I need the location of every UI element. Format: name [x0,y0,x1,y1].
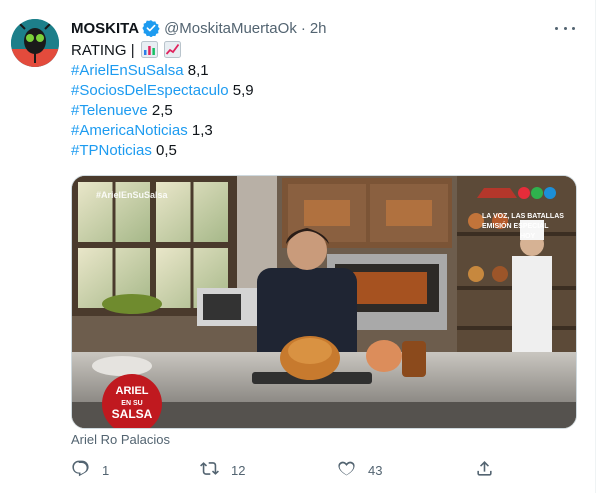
hashtag-link[interactable]: #ArielEnSuSalsa [71,62,184,79]
reply-icon [71,459,90,481]
like-count: 43 [368,462,383,478]
tweet-content: MOSKITA @MoskitaMuertaOk · 2h RATING | #… [71,17,577,161]
retweet-icon [200,459,219,481]
tweet-media-image[interactable]: ARIEL EN SU SALSA #ArielEnSuSalsa LA VOZ… [71,175,577,429]
like-icon [337,459,356,481]
rating-row: #Telenueve 2,5 [71,101,577,121]
media-caption[interactable]: Ariel Ro Palacios [71,432,170,447]
tweet-text: RATING | #ArielEnSuSalsa 8,1 #SociosDelE… [71,41,577,161]
rating-row: #SociosDelEspectaculo 5,9 [71,81,577,101]
avatar[interactable] [11,19,59,67]
more-icon[interactable] [555,20,575,36]
media-overlay-hashtag: #ArielEnSuSalsa [96,190,169,200]
rating-value: 2,5 [151,102,173,119]
separator-dot: · [300,19,306,37]
reply-count: 1 [102,462,110,478]
rating-value: 0,5 [156,142,177,159]
share-button[interactable] [475,459,494,481]
tweet-actions: 1 12 43 [71,459,511,481]
hashtag-link[interactable]: #AmericaNoticias [71,122,188,139]
rating-value: 8,1 [187,62,209,79]
hashtag-link[interactable]: #TPNoticias [71,142,152,159]
verified-badge-icon [142,19,160,38]
rating-row: #AmericaNoticias 1,3 [71,121,577,141]
reply-button[interactable]: 1 [71,459,109,481]
tweet[interactable]: MOSKITA @MoskitaMuertaOk · 2h RATING | #… [0,0,596,493]
promo-line-3: HOY [520,233,536,240]
show-logo-line-3: SALSA [112,407,153,421]
user-handle[interactable]: @MoskitaMuertaOk [164,20,297,37]
retweet-count: 12 [231,462,246,478]
show-logo-line-1: ARIEL [116,385,149,397]
hashtag-link[interactable]: #Telenueve [71,102,148,119]
share-icon [475,459,494,481]
promo-line-2: EMISIÓN ESPECIAL [482,221,549,230]
like-button[interactable]: 43 [337,459,382,481]
rating-line: RATING | [71,41,577,61]
trend-up-emoji-icon [163,41,181,58]
show-logo-line-2: EN SU [121,400,142,407]
promo-line-1: LA VOZ, LAS BATALLAS [482,213,564,220]
bar-chart-emoji-icon [140,41,158,58]
retweet-button[interactable]: 12 [200,459,245,481]
hashtag-link[interactable]: #SociosDelEspectaculo [71,82,229,99]
rating-label: RATING | [71,42,135,59]
rating-row: #ArielEnSuSalsa 8,1 [71,61,577,81]
rating-value: 1,3 [191,122,213,139]
channel-logo [518,187,556,199]
rating-row: #TPNoticias 0,5 [71,141,577,161]
rating-value: 5,9 [232,82,254,99]
display-name[interactable]: MOSKITA [71,20,139,37]
tweet-header: MOSKITA @MoskitaMuertaOk · 2h [71,17,577,39]
timestamp[interactable]: 2h [310,20,327,37]
